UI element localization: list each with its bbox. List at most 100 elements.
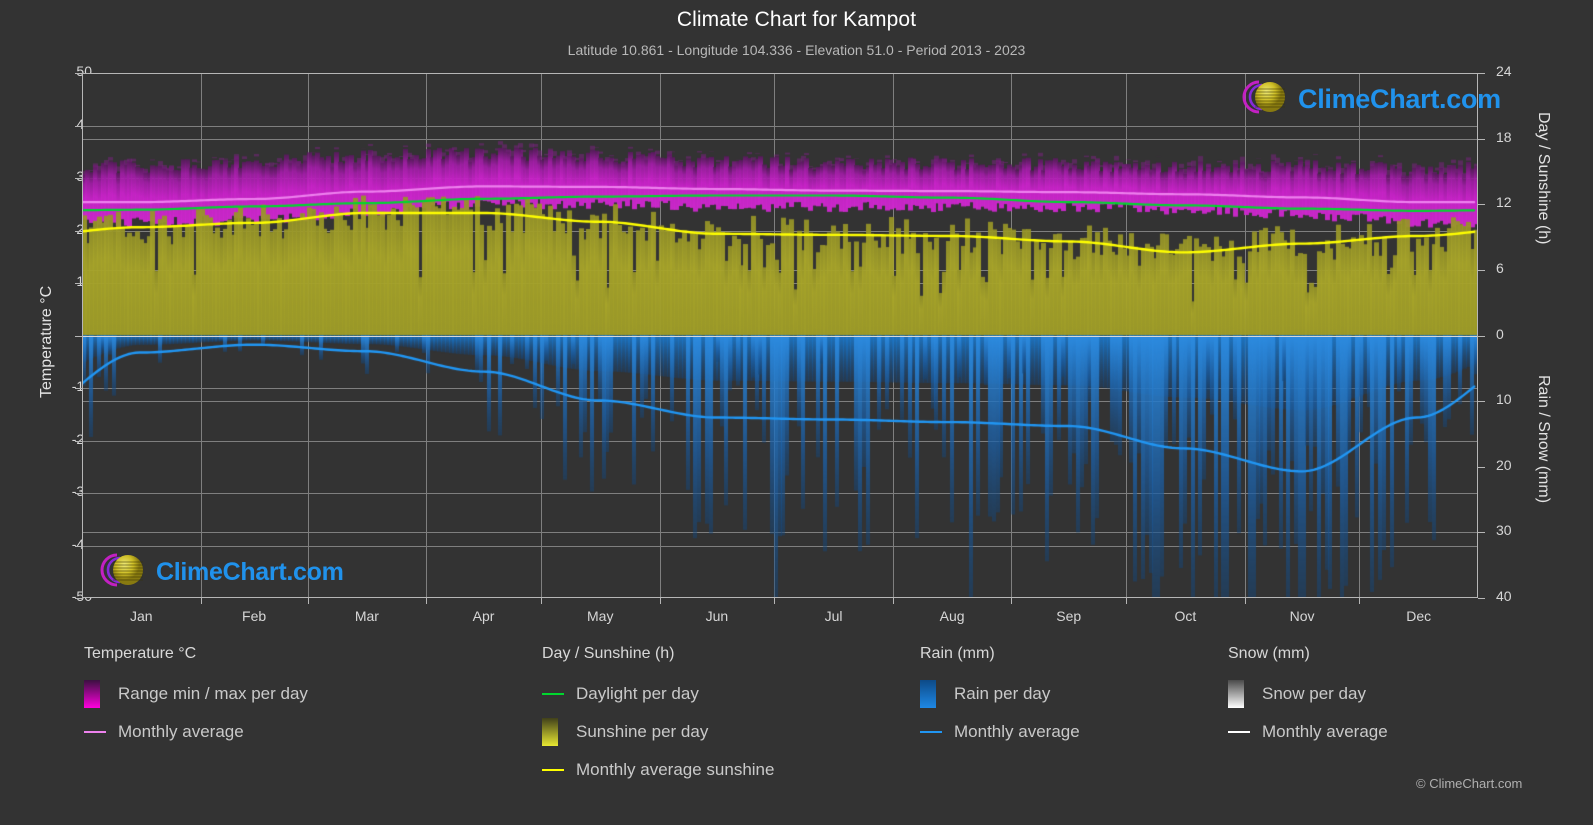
legend-item[interactable]: Range min / max per day: [84, 675, 308, 713]
legend-swatch: [542, 718, 564, 746]
y-axis-right-mm-tick-label: 10: [1496, 391, 1512, 408]
legend-column: Temperature °C Range min / max per day Mon…: [84, 645, 308, 751]
y-axis-right-tick-mark: [1478, 269, 1485, 271]
legend-swatch-line: [542, 693, 564, 695]
legend-column: Snow (mm) Snow per day Monthly average: [1228, 645, 1388, 751]
legend-swatch: [920, 731, 942, 733]
legend-item[interactable]: Monthly average: [84, 713, 308, 751]
legend-swatch-line: [920, 731, 942, 733]
y-axis-left-tick-mark: [75, 440, 82, 442]
legend-swatch: [84, 731, 106, 733]
y-axis-right-hours-tick-label: 18: [1496, 128, 1512, 145]
legend-item-label: Range min / max per day: [118, 684, 308, 703]
watermark-logo-top: ClimeChart.com: [1234, 76, 1501, 123]
y-axis-right-tick-mark: [1478, 204, 1485, 206]
chart-legend: © ClimeChart.com Temperature °C Range min…: [0, 645, 1593, 825]
climate-chart-page: Climate Chart for Kampot Latitude 10.861…: [0, 0, 1593, 825]
y-axis-left-tick-mark: [75, 230, 82, 232]
legend-item-label: Sunshine per day: [576, 722, 709, 741]
page-title: Climate Chart for Kampot: [676, 8, 917, 31]
x-axis-tick-label: Mar: [354, 608, 379, 624]
legend-item[interactable]: Monthly average: [1228, 713, 1388, 751]
x-axis-tick-mark: [200, 598, 202, 604]
legend-swatch: [1228, 680, 1250, 708]
legend-heading: Day / Sunshine (h): [542, 645, 675, 662]
legend-column: Rain (mm) Rain per day Monthly average: [920, 645, 1080, 751]
x-axis-tick-mark: [774, 598, 776, 604]
y-axis-right-tick-mark: [1478, 598, 1485, 599]
x-axis-tick-label: Apr: [472, 608, 495, 624]
y-axis-left-tick-mark: [75, 388, 82, 389]
legend-item-label: Monthly average: [1262, 722, 1388, 741]
legend-item-label: Daylight per day: [576, 684, 699, 703]
y-axis-left-tick-mark: [75, 125, 82, 127]
y-axis-left-tick-mark: [75, 598, 82, 599]
x-axis-tick-label: Jan: [129, 608, 153, 624]
y-axis-right-hours-tick-label: 12: [1496, 194, 1512, 211]
y-axis-right-hours-tick-label: 0: [1496, 325, 1504, 342]
legend-swatch: [542, 693, 564, 695]
copyright-notice: © ClimeChart.com: [1416, 776, 1523, 791]
legend-item[interactable]: Monthly average: [920, 713, 1080, 751]
legend-item[interactable]: Monthly average sunshine: [542, 751, 774, 789]
legend-swatch: [1228, 731, 1250, 733]
legend-swatch: [920, 680, 942, 708]
y-axis-left-tick-mark: [75, 73, 82, 74]
monthly-average-lines: [82, 73, 1478, 598]
legend-swatch-line: [84, 731, 106, 733]
legend-item-label: Monthly average: [954, 722, 1080, 741]
legend-column: Day / Sunshine (h) Daylight per day Sunshi…: [542, 645, 774, 789]
y-axis-right-top-title: Day / Sunshine (h): [1535, 112, 1552, 245]
legend-swatch-line: [1228, 731, 1250, 733]
legend-item[interactable]: Rain per day: [920, 675, 1080, 713]
x-axis-tick-label: Dec: [1406, 608, 1432, 624]
x-axis-tick-label: Oct: [1174, 608, 1197, 624]
y-axis-right-hours-tick-label: 24: [1496, 63, 1512, 79]
legend-heading: Temperature °C: [84, 645, 197, 662]
legend-heading: Rain (mm): [920, 645, 995, 662]
legend-item-label: Rain per day: [954, 684, 1051, 703]
y-axis-right-tick-mark: [1478, 138, 1485, 140]
y-axis-right-hours-tick-label: 6: [1496, 259, 1504, 276]
x-axis-tick-label: Nov: [1289, 608, 1315, 624]
legend-item-label: Snow per day: [1262, 684, 1366, 703]
y-axis-left-tick-mark: [75, 493, 82, 494]
x-axis-tick-mark: [426, 598, 428, 604]
x-axis-tick-label: Jul: [824, 608, 843, 624]
legend-item[interactable]: Sunshine per day: [542, 713, 774, 751]
x-axis-tick-mark: [1359, 598, 1361, 604]
legend-swatch-line: [542, 769, 564, 771]
legend-item[interactable]: Snow per day: [1228, 675, 1388, 713]
y-axis-right-tick-mark: [1478, 73, 1485, 74]
legend-swatch-box: [84, 680, 100, 708]
climechart-logo-icon: [92, 549, 150, 596]
y-axis-left-tick-mark: [75, 545, 82, 547]
legend-swatch-box: [1228, 680, 1244, 708]
watermark-logo-bottom: ClimeChart.com: [92, 549, 344, 596]
legend-swatch-box: [920, 680, 936, 708]
x-axis-tick-label: Aug: [939, 608, 965, 624]
x-axis-tick-mark: [659, 598, 661, 604]
x-axis-tick-mark: [307, 598, 309, 604]
y-axis-right-bottom-title: Rain / Snow (mm): [1535, 375, 1552, 504]
legend-item[interactable]: Daylight per day: [542, 675, 774, 713]
y-axis-right-tick-mark: [1478, 401, 1485, 403]
plot-area: ClimeChart.com ClimeChart.com: [82, 73, 1501, 598]
y-axis-right-mm-tick-label: 40: [1496, 588, 1512, 604]
y-axis-left-tick-mark: [75, 335, 82, 337]
y-axis-left-tick-mark: [75, 178, 82, 179]
climechart-logo-icon: [1234, 76, 1292, 123]
legend-item-label: Monthly average sunshine: [576, 760, 775, 779]
y-axis-left-tick-mark: [75, 283, 82, 284]
x-axis-tick-mark: [1011, 598, 1013, 604]
x-axis-tick-mark: [892, 598, 894, 604]
x-axis-tick-label: Sep: [1056, 608, 1082, 624]
legend-swatch: [542, 769, 564, 771]
page-subtitle: Latitude 10.861 - Longitude 104.336 - El…: [567, 42, 1026, 58]
x-axis-tick-label: Feb: [242, 608, 267, 624]
x-axis-tick-mark: [1126, 598, 1128, 604]
x-axis-tick-mark: [540, 598, 542, 604]
x-axis-tick-label: Jun: [705, 608, 729, 624]
y-axis-right-mm-tick-label: 30: [1496, 522, 1512, 539]
y-axis-right-mm-tick-label: 20: [1496, 456, 1512, 473]
